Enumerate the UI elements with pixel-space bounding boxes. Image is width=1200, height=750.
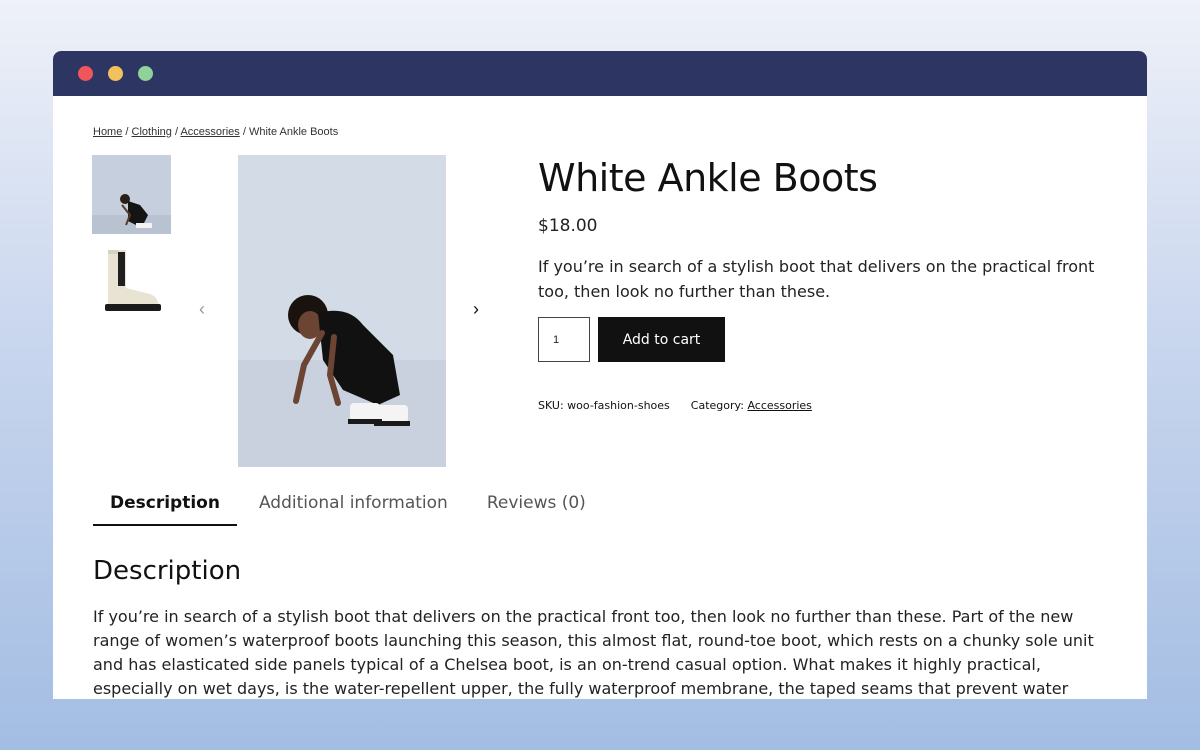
- browser-window: Home / Clothing / Accessories / White An…: [53, 51, 1147, 699]
- add-to-cart-button[interactable]: Add to cart: [598, 317, 725, 362]
- breadcrumb-separator: /: [242, 126, 246, 138]
- product-short-description: If you’re in search of a stylish boot th…: [538, 257, 1095, 301]
- category-link[interactable]: Accessories: [747, 399, 811, 412]
- main-product-image[interactable]: [238, 155, 446, 467]
- tab-description[interactable]: Description: [93, 489, 237, 526]
- chevron-left-icon[interactable]: ‹: [199, 299, 205, 320]
- category-label: Category:: [690, 399, 744, 412]
- breadcrumb-current: White Ankle Boots: [248, 126, 339, 138]
- tab-additional-information[interactable]: Additional information: [242, 489, 465, 526]
- quantity-value: 1: [553, 333, 560, 346]
- sku-value: woo-fashion-shoes: [567, 399, 670, 412]
- sku-label: SKU:: [538, 399, 564, 412]
- breadcrumb-separator: /: [174, 126, 179, 138]
- gallery-thumbnail-boot[interactable]: [92, 242, 171, 321]
- window-titlebar: [53, 51, 1147, 96]
- gallery-thumbnail-model[interactable]: [92, 155, 171, 234]
- breadcrumb-separator: /: [125, 126, 129, 138]
- tab-reviews[interactable]: Reviews (0): [470, 489, 603, 526]
- product-price: $18.00: [538, 216, 598, 236]
- description-body: If you’re in search of a stylish boot th…: [93, 607, 1094, 698]
- product-title: White Ankle Boots: [538, 156, 878, 200]
- product-page: Home / Clothing / Accessories / White An…: [53, 96, 1147, 699]
- breadcrumb-home[interactable]: Home: [93, 126, 122, 138]
- quantity-input[interactable]: 1: [538, 317, 590, 362]
- close-window-button[interactable]: [78, 66, 93, 81]
- minimize-window-button[interactable]: [108, 66, 123, 81]
- product-tabs: Description Additional information Revie…: [93, 489, 608, 526]
- description-heading: Description: [93, 556, 242, 586]
- product-meta: SKU: woo-fashion-shoes Category: Accesso…: [538, 399, 812, 412]
- breadcrumb-accessories[interactable]: Accessories: [180, 126, 239, 138]
- breadcrumb-clothing[interactable]: Clothing: [132, 126, 172, 138]
- maximize-window-button[interactable]: [138, 66, 153, 81]
- chevron-right-icon[interactable]: ›: [473, 299, 479, 320]
- breadcrumb: Home / Clothing / Accessories / White An…: [93, 126, 338, 138]
